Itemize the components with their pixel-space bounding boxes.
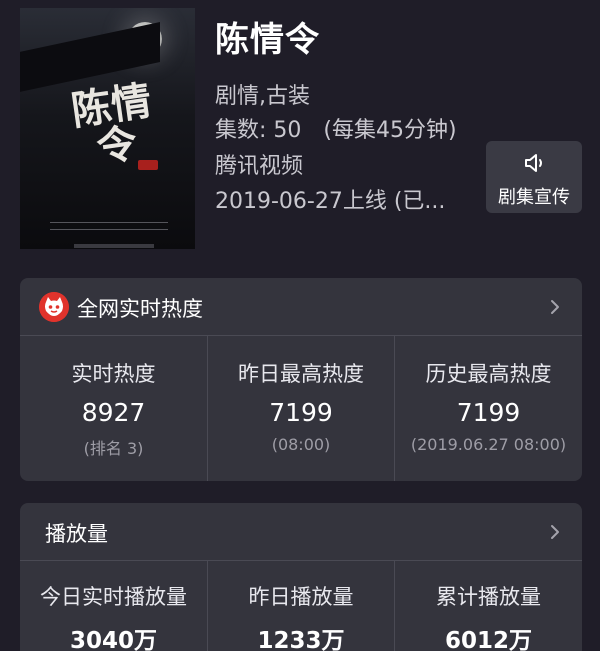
play-count-card: 播放量 今日实时播放量 3040万 昨日播放量 1233万 累计播放量 6012… (20, 503, 582, 651)
stat-label: 历史最高热度 (425, 362, 552, 386)
drama-promo-button[interactable]: 剧集宣传 (486, 141, 582, 213)
show-episodes: 集数: 50 (每集45分钟) (215, 112, 457, 144)
drama-poster[interactable]: 陈情令 (20, 8, 195, 249)
play-stat-total: 累计播放量 6012万 (394, 561, 582, 651)
show-platform: 腾讯视频 (215, 154, 304, 179)
stat-value: 8927 (81, 398, 146, 427)
stat-value: 7199 (456, 398, 521, 427)
chevron-right-icon[interactable] (546, 298, 564, 316)
episode-count: 集数: 50 (215, 118, 302, 143)
poster-credits (74, 244, 154, 248)
heat-card-header[interactable]: 全网实时热度 (20, 278, 582, 336)
poster-title-art: 陈情令 (68, 77, 155, 172)
cat-logo-icon (39, 292, 69, 322)
show-genre: 剧情,古装 (215, 84, 310, 109)
promo-button-label: 剧集宣传 (498, 187, 570, 208)
stat-value: 7199 (269, 398, 333, 427)
stat-value: 3040万 (69, 628, 157, 651)
show-title: 陈情令 (215, 20, 320, 60)
stat-label: 累计播放量 (436, 585, 541, 609)
speaker-icon (525, 154, 542, 172)
heat-stat-realtime: 实时热度 8927 (排名 3) (20, 336, 207, 481)
stat-label: 实时热度 (71, 362, 156, 386)
show-release-date: 2019-06-27上线 (已... (215, 189, 446, 214)
stat-label: 昨日播放量 (248, 585, 354, 609)
stat-sub: (08:00) (271, 435, 331, 454)
play-stat-yesterday: 昨日播放量 1233万 (207, 561, 394, 651)
play-card-title: 播放量 (45, 522, 108, 546)
heat-stat-alltime-peak: 历史最高热度 7199 (2019.06.27 08:00) (394, 336, 582, 481)
heat-card-title: 全网实时热度 (77, 297, 203, 321)
heat-stat-yesterday-peak: 昨日最高热度 7199 (08:00) (207, 336, 394, 481)
stat-label: 今日实时播放量 (40, 585, 187, 609)
play-card-header[interactable]: 播放量 (20, 503, 582, 561)
stat-label: 昨日最高热度 (238, 362, 364, 386)
realtime-heat-card: 全网实时热度 实时热度 8927 (排名 3) 昨日最高热度 7199 (08:… (20, 278, 582, 481)
chevron-right-icon[interactable] (546, 523, 564, 541)
stat-value: 6012万 (444, 628, 532, 651)
poster-tagline (50, 222, 168, 230)
stat-sub: (排名 3) (83, 439, 144, 458)
stat-value: 1233万 (257, 628, 345, 651)
episode-length: (每集45分钟) (323, 118, 457, 143)
stat-sub: (2019.06.27 08:00) (410, 435, 567, 454)
poster-seal (138, 160, 158, 170)
play-stat-today: 今日实时播放量 3040万 (20, 561, 207, 651)
